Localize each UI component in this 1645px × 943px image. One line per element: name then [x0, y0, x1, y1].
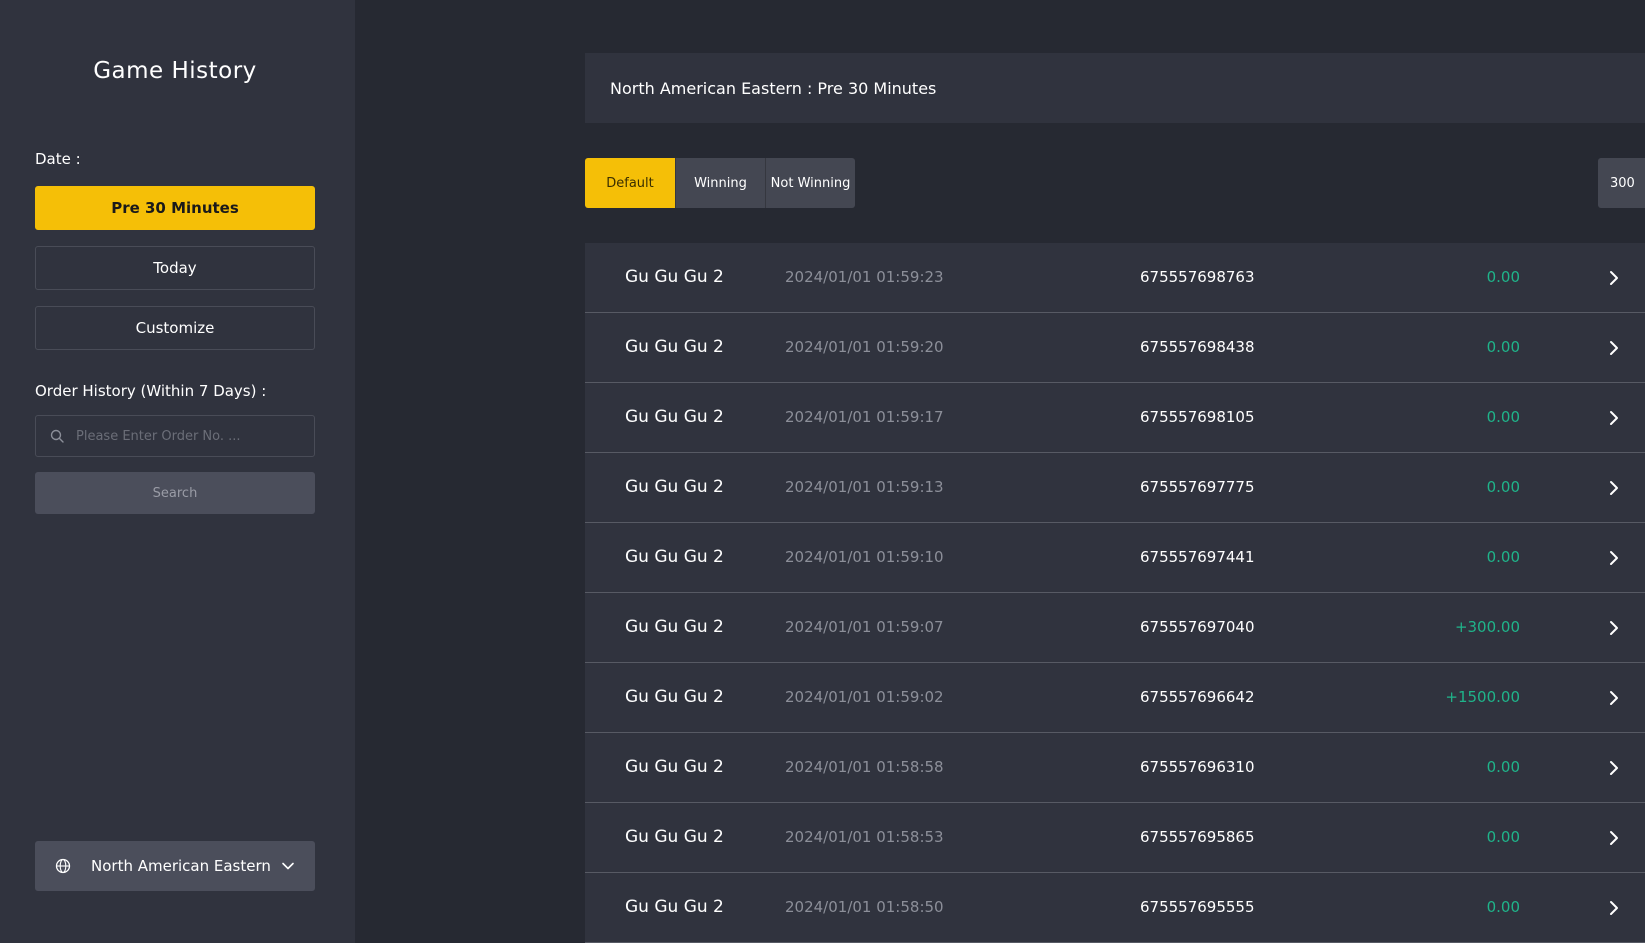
game-name: Gu Gu Gu 2 — [625, 687, 724, 707]
win-amount: +300.00 — [1454, 618, 1520, 636]
game-name: Gu Gu Gu 2 — [625, 617, 724, 637]
table-row[interactable]: Gu Gu Gu 2 2024/01/01 01:58:53 67555769586… — [585, 803, 1645, 873]
win-amount: 0.00 — [1486, 548, 1520, 566]
chevron-right-icon[interactable] — [1608, 733, 1620, 802]
chevron-right-icon[interactable] — [1608, 593, 1620, 662]
win-amount: 0.00 — [1486, 268, 1520, 286]
order-number: 675557696310 — [1140, 758, 1255, 776]
bet-time: 2024/01/01 01:59:23 — [785, 268, 944, 286]
game-name: Gu Gu Gu 2 — [625, 897, 724, 917]
table-row[interactable]: Gu Gu Gu 2 2024/01/01 01:58:50 67555769555… — [585, 873, 1645, 943]
chevron-down-icon — [281, 859, 295, 873]
page-size-select[interactable]: 300 — [1598, 158, 1645, 208]
order-number: 675557697441 — [1140, 548, 1255, 566]
order-number: 675557696642 — [1140, 688, 1255, 706]
bet-time: 2024/01/01 01:59:20 — [785, 338, 944, 356]
win-amount: 0.00 — [1486, 898, 1520, 916]
chevron-right-icon[interactable] — [1608, 523, 1620, 592]
date-customize-button[interactable]: Customize — [35, 306, 315, 350]
order-number: 675557695555 — [1140, 898, 1255, 916]
order-number: 675557695865 — [1140, 828, 1255, 846]
win-amount: 0.00 — [1486, 758, 1520, 776]
result-filter-tabs: Default Winning Not Winning — [585, 158, 855, 208]
chevron-right-icon[interactable] — [1608, 663, 1620, 732]
order-number: 675557698438 — [1140, 338, 1255, 356]
game-name: Gu Gu Gu 2 — [625, 407, 724, 427]
chevron-right-icon[interactable] — [1608, 803, 1620, 872]
order-history-label: Order History (Within 7 Days) : — [35, 382, 267, 400]
page-title: Game History — [93, 58, 257, 84]
bet-time: 2024/01/01 01:58:58 — [785, 758, 944, 776]
date-label: Date : — [35, 150, 81, 168]
win-amount: +1500.00 — [1445, 688, 1520, 706]
order-search-input[interactable] — [74, 427, 298, 445]
table-row[interactable]: Gu Gu Gu 2 2024/01/01 01:59:13 67555769777… — [585, 453, 1645, 523]
table-row[interactable]: Gu Gu Gu 2 2024/01/01 01:59:17 67555769810… — [585, 383, 1645, 453]
order-search-field[interactable] — [35, 415, 315, 457]
bet-time: 2024/01/01 01:59:17 — [785, 408, 944, 426]
win-amount: 0.00 — [1486, 828, 1520, 846]
globe-icon — [55, 858, 71, 874]
game-name: Gu Gu Gu 2 — [625, 757, 724, 777]
bet-time: 2024/01/01 01:59:10 — [785, 548, 944, 566]
bet-time: 2024/01/01 01:59:02 — [785, 688, 944, 706]
game-name: Gu Gu Gu 2 — [625, 267, 724, 287]
game-name: Gu Gu Gu 2 — [625, 477, 724, 497]
order-number: 675557698763 — [1140, 268, 1255, 286]
bet-time: 2024/01/01 01:59:07 — [785, 618, 944, 636]
timezone-label: North American Eastern — [91, 857, 271, 875]
app: Game History Date : Pre 30 Minutes Today… — [0, 0, 1645, 943]
filter-default-button[interactable]: Default — [585, 158, 675, 208]
chevron-right-icon[interactable] — [1608, 873, 1620, 942]
sidebar: Game History Date : Pre 30 Minutes Today… — [0, 0, 355, 943]
date-today-button[interactable]: Today — [35, 246, 315, 290]
win-amount: 0.00 — [1486, 338, 1520, 356]
table-row[interactable]: Gu Gu Gu 2 2024/01/01 01:59:10 67555769744… — [585, 523, 1645, 593]
game-name: Gu Gu Gu 2 — [625, 547, 724, 567]
win-amount: 0.00 — [1486, 408, 1520, 426]
filter-not-winning-button[interactable]: Not Winning — [765, 158, 855, 208]
game-name: Gu Gu Gu 2 — [625, 827, 724, 847]
table-row[interactable]: Gu Gu Gu 2 2024/01/01 01:58:58 67555769631… — [585, 733, 1645, 803]
date-pre-30-minutes-button[interactable]: Pre 30 Minutes — [35, 186, 315, 230]
table-row[interactable]: Gu Gu Gu 2 2024/01/01 01:59:23 67555769876… — [585, 243, 1645, 313]
order-number: 675557697040 — [1140, 618, 1255, 636]
table-row[interactable]: Gu Gu Gu 2 2024/01/01 01:59:02 67555769664… — [585, 663, 1645, 733]
order-number: 675557698105 — [1140, 408, 1255, 426]
chevron-right-icon[interactable] — [1608, 313, 1620, 382]
table-row[interactable]: Gu Gu Gu 2 2024/01/01 01:59:20 67555769843… — [585, 313, 1645, 383]
bet-time: 2024/01/01 01:58:53 — [785, 828, 944, 846]
chevron-right-icon[interactable] — [1608, 383, 1620, 452]
timezone-select[interactable]: North American Eastern — [35, 841, 315, 891]
selection-info-bar: North American Eastern : Pre 30 Minutes — [585, 53, 1645, 123]
order-number: 675557697775 — [1140, 478, 1255, 496]
filter-winning-button[interactable]: Winning — [675, 158, 765, 208]
win-amount: 0.00 — [1486, 478, 1520, 496]
chevron-right-icon[interactable] — [1608, 453, 1620, 522]
search-icon — [50, 429, 64, 443]
chevron-right-icon[interactable] — [1608, 243, 1620, 312]
bet-time: 2024/01/01 01:59:13 — [785, 478, 944, 496]
bet-time: 2024/01/01 01:58:50 — [785, 898, 944, 916]
game-name: Gu Gu Gu 2 — [625, 337, 724, 357]
table-row[interactable]: Gu Gu Gu 2 2024/01/01 01:59:07 67555769704… — [585, 593, 1645, 663]
game-history-list: Gu Gu Gu 2 2024/01/01 01:59:23 67555769876… — [585, 243, 1645, 943]
search-button[interactable]: Search — [35, 472, 315, 514]
